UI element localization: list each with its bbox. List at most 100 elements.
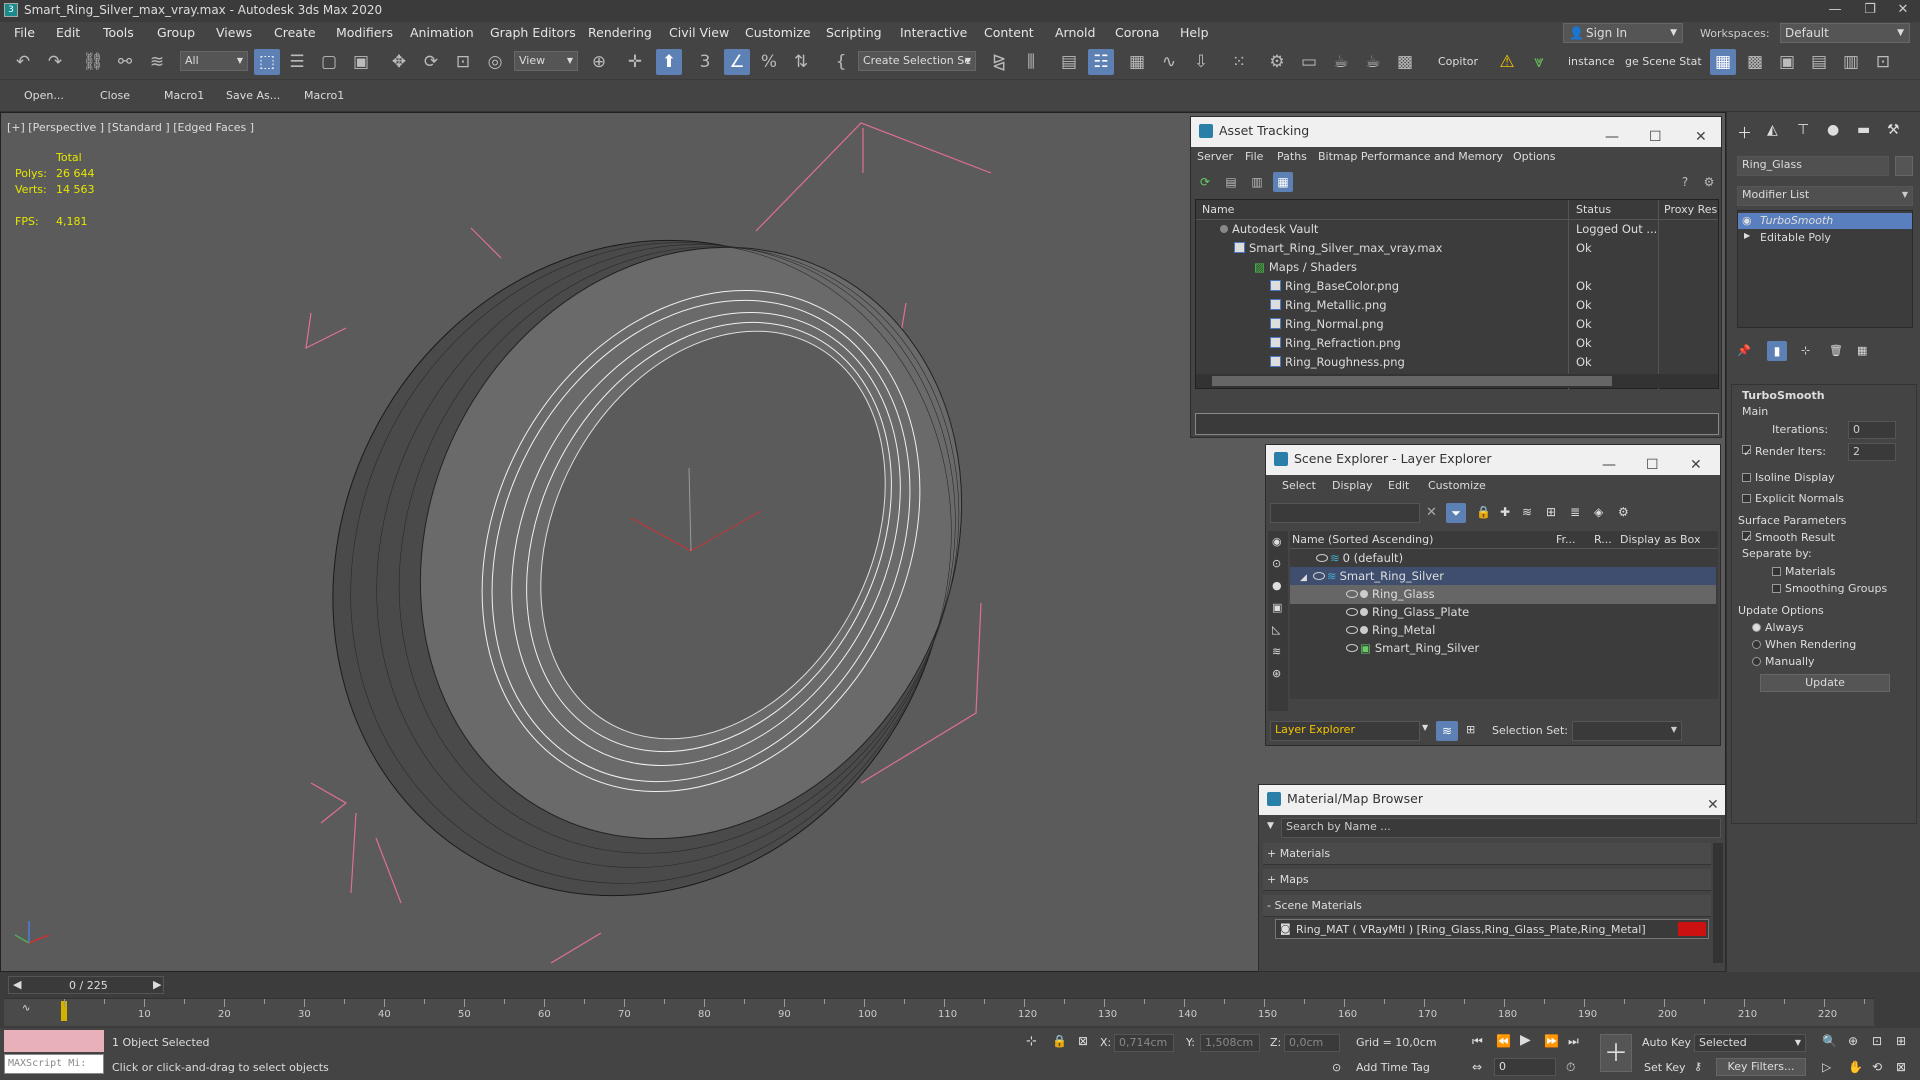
explicit-normals-checkbox[interactable]: Explicit Normals: [1742, 492, 1844, 505]
menu-interactive[interactable]: Interactive: [900, 25, 967, 40]
modify-tab-icon[interactable]: ◭: [1767, 122, 1778, 138]
spinner-snap-icon[interactable]: ⇅: [788, 49, 814, 75]
visibility-icon[interactable]: [1312, 572, 1325, 580]
asset-row[interactable]: Ring_BaseColor.png: [1270, 277, 1399, 296]
display-spacewarps-icon[interactable]: ≋: [1272, 645, 1281, 658]
radio-icon[interactable]: [1752, 640, 1761, 649]
checkbox-icon[interactable]: [1772, 567, 1781, 576]
select-by-name-icon[interactable]: ☰: [284, 49, 310, 75]
maximize-viewport-icon[interactable]: ⊡: [1870, 49, 1896, 75]
group-maps[interactable]: + Maps: [1263, 869, 1711, 891]
restore-icon[interactable]: ❐: [1855, 2, 1885, 20]
menu-content[interactable]: Content: [984, 25, 1034, 40]
window-crossing-icon[interactable]: ▣: [348, 49, 374, 75]
menu-server[interactable]: Server: [1197, 150, 1233, 163]
keyboard-shortcut-override-icon[interactable]: ⬆: [656, 49, 682, 75]
menu-tools[interactable]: Tools: [103, 25, 134, 40]
z-coord-field[interactable]: 0,0cm: [1284, 1034, 1340, 1052]
curve-editor-icon[interactable]: ∿: [1156, 49, 1182, 75]
manually-radio[interactable]: Manually: [1752, 655, 1815, 668]
checkbox-checked-icon[interactable]: ✓: [1742, 445, 1752, 459]
new-layer-icon[interactable]: ✚: [1500, 505, 1510, 519]
remove-modifier-icon[interactable]: 🗑: [1829, 344, 1843, 357]
layer-row[interactable]: ≋ 0 (default): [1316, 549, 1716, 568]
layers-toggle-icon[interactable]: ≋: [1436, 721, 1458, 741]
refresh-icon[interactable]: ⟳: [1195, 172, 1215, 192]
menu-file[interactable]: File: [14, 25, 35, 40]
double-chevron-down-icon[interactable]: ⩔: [1526, 49, 1552, 75]
menu-paths[interactable]: Paths: [1277, 150, 1307, 163]
when-rendering-radio[interactable]: When Rendering: [1752, 638, 1856, 651]
radio-selected-icon[interactable]: [1752, 623, 1761, 632]
rotate-icon[interactable]: ⟳: [418, 49, 444, 75]
maxscript-input[interactable]: MAXScript Mi:: [4, 1054, 104, 1074]
menu-scripting[interactable]: Scripting: [826, 25, 882, 40]
scene-stat-button[interactable]: ge Scene Stat: [1625, 55, 1702, 68]
display-lights-icon[interactable]: ●: [1272, 579, 1282, 592]
schematic-view-icon[interactable]: ⇩: [1188, 49, 1214, 75]
zoom-extents-icon[interactable]: ⊡: [1872, 1034, 1882, 1048]
close-button[interactable]: Close: [100, 89, 130, 102]
menu-corona[interactable]: Corona: [1115, 25, 1159, 40]
close-icon[interactable]: ✕: [1707, 791, 1719, 819]
orbit-icon[interactable]: ⟲: [1872, 1060, 1882, 1074]
lock-file-icon[interactable]: ▣: [1774, 49, 1800, 75]
align-icon[interactable]: ⫼: [1018, 49, 1044, 75]
list-icon[interactable]: ▤: [1221, 172, 1241, 192]
sync-icon[interactable]: ⚙: [1618, 505, 1629, 519]
zoom-extents-all-icon[interactable]: ⊞: [1896, 1034, 1906, 1048]
bind-space-warp-icon[interactable]: ≋: [144, 49, 170, 75]
render-iterative-icon[interactable]: ☕: [1360, 49, 1386, 75]
go-to-start-icon[interactable]: ⏮: [1472, 1034, 1483, 1049]
visibility-icon[interactable]: ◉: [1742, 214, 1752, 227]
asset-row[interactable]: Ring_Refraction.png: [1270, 334, 1401, 353]
explorer-type-dropdown[interactable]: Layer Explorer: [1270, 721, 1420, 741]
field-of-view-icon[interactable]: ▷: [1822, 1060, 1831, 1074]
vertical-scrollbar[interactable]: [1713, 843, 1723, 963]
percent-snap-icon[interactable]: %: [756, 49, 782, 75]
macro1-button-2[interactable]: Macro1: [304, 89, 344, 102]
asset-row[interactable]: Autodesk Vault: [1220, 220, 1318, 239]
menu-create[interactable]: Create: [274, 25, 316, 40]
update-button[interactable]: Update: [1760, 674, 1890, 692]
display-tab-icon[interactable]: ▬: [1857, 122, 1870, 138]
layout-icon[interactable]: ▥: [1838, 49, 1864, 75]
checkbox-icon[interactable]: [1772, 584, 1781, 593]
object-name-field[interactable]: Ring_Glass: [1737, 156, 1889, 176]
menu-arnold[interactable]: Arnold: [1055, 25, 1095, 40]
display-geometry-icon[interactable]: ⊙: [1272, 557, 1281, 570]
selection-filter-dropdown[interactable]: All ▼: [180, 51, 248, 71]
smoothing-groups-checkbox[interactable]: Smoothing Groups: [1772, 582, 1887, 595]
scene-material-item[interactable]: ◙ Ring_MAT ( VRayMtl ) [Ring_Glass,Ring_…: [1275, 919, 1709, 939]
render-production-icon[interactable]: ☕: [1328, 49, 1354, 75]
time-slider-next-icon[interactable]: ▶: [153, 978, 161, 991]
x-coord-field[interactable]: 0,714cm: [1114, 1034, 1174, 1052]
key-set-dropdown[interactable]: Selected ▼: [1694, 1034, 1806, 1052]
isolate-selection-icon[interactable]: ⊹: [1026, 1034, 1037, 1049]
rollout-title[interactable]: TurboSmooth: [1742, 389, 1825, 402]
object-row[interactable]: Ring_Glass_Plate: [1346, 603, 1469, 622]
track-bar[interactable]: ∿ 10 20 30 40 50 60 70 80 90 100 110 120 130 140 150 16…: [4, 998, 1874, 1026]
grid-layout-icon[interactable]: ▦: [1710, 49, 1736, 75]
link-icon[interactable]: ⛓: [80, 49, 106, 75]
zoom-all-icon[interactable]: ⊕: [1848, 1034, 1858, 1048]
highlight-icon[interactable]: ◈: [1594, 505, 1603, 519]
expand-icon[interactable]: ▶: [1744, 231, 1750, 240]
group-materials[interactable]: + Materials: [1263, 843, 1711, 865]
menu-select[interactable]: Select: [1282, 479, 1316, 492]
menu-civil-view[interactable]: Civil View: [669, 25, 729, 40]
rendered-frame-window-icon[interactable]: ▭: [1296, 49, 1322, 75]
pan-icon[interactable]: ✋: [1848, 1060, 1863, 1074]
time-config-icon[interactable]: ⏱: [1566, 1060, 1575, 1075]
column-name[interactable]: Name: [1202, 203, 1234, 216]
key-filters-button[interactable]: Key Filters...: [1716, 1058, 1806, 1076]
object-row[interactable]: Ring_Metal: [1346, 621, 1435, 640]
group-scene-materials[interactable]: - Scene Materials: [1263, 895, 1711, 917]
ribbon-icon[interactable]: ▦: [1124, 49, 1150, 75]
pivot-center-icon[interactable]: ⊕: [586, 49, 612, 75]
menu-file[interactable]: File: [1245, 150, 1263, 163]
checkbox-checked-icon[interactable]: ✓: [1742, 531, 1752, 545]
reference-coordinate-dropdown[interactable]: View ▼: [514, 51, 578, 71]
copitor-button[interactable]: Copitor: [1438, 55, 1478, 68]
checkbox-icon[interactable]: [1742, 494, 1751, 503]
